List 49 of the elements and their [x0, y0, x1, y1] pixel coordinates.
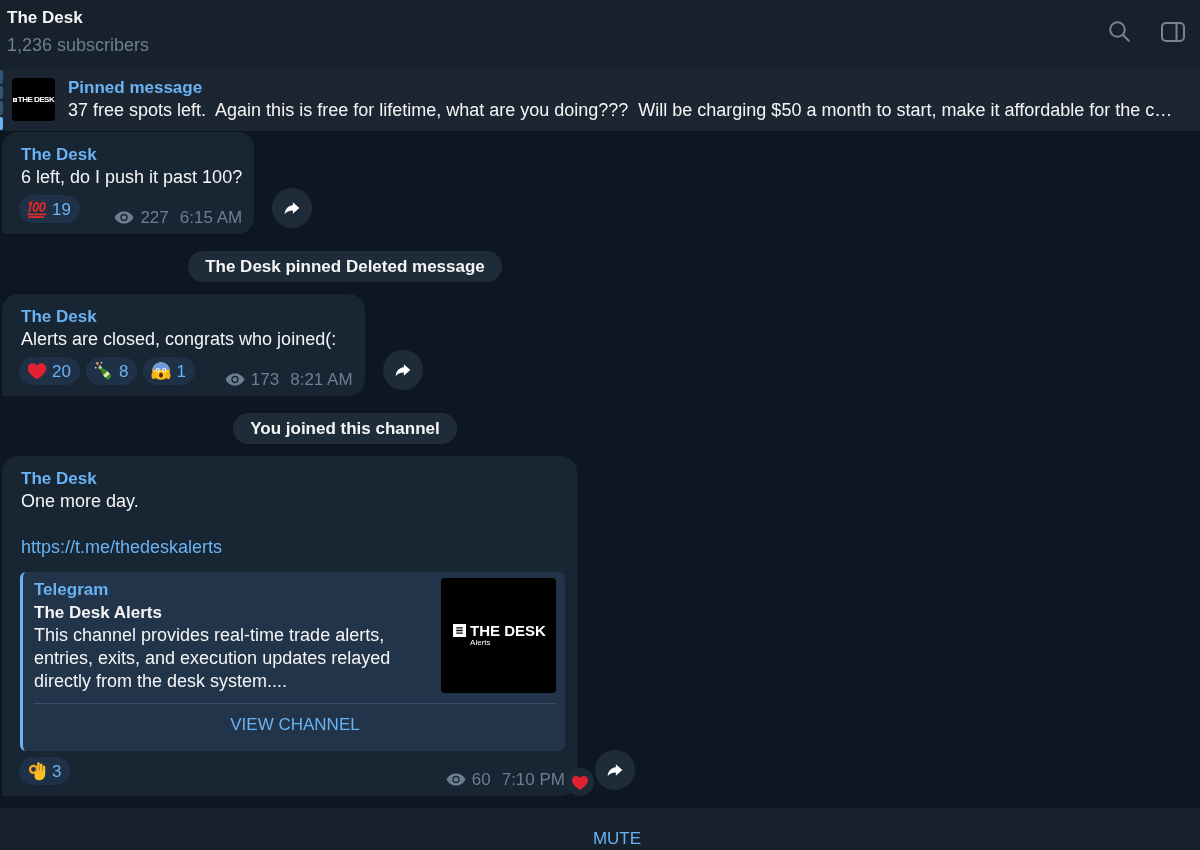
- mute-button[interactable]: MUTE: [592, 830, 642, 848]
- share-button[interactable]: [382, 350, 423, 390]
- share-button[interactable]: [272, 188, 313, 228]
- preview-site-name: Telegram: [34, 579, 109, 601]
- pinned-text: 37 free spots left. Again this is free for lifetime, what are you doing??? Will be charging $50 a month to start, make it affordable for the c…: [68, 99, 1173, 122]
- message-time: 6:15 AM: [179, 207, 243, 229]
- eye-icon: [224, 373, 245, 386]
- logo-icon: [12, 97, 17, 102]
- view-count: 173: [250, 369, 280, 391]
- message-text: Alerts are closed, congrats who joined(:: [21, 328, 337, 351]
- logo-text: THE DESK: [17, 95, 55, 104]
- message-link[interactable]: https://t.me/thedeskalerts: [21, 536, 223, 559]
- service-message: The Desk pinned Deleted message: [188, 251, 502, 282]
- author-name: The Desk: [21, 144, 97, 166]
- reaction-button[interactable]: 1: [143, 357, 195, 385]
- message-time: 8:21 AM: [290, 369, 353, 391]
- preview-description: This channel provides real-time trade alerts, entries, exits, and execution updates relayed directly from the desk system....: [34, 624, 392, 693]
- reaction-button[interactable]: 19: [19, 195, 80, 223]
- preview-title: The Desk Alerts: [34, 602, 162, 624]
- channel-title: The Desk: [7, 7, 84, 29]
- view-count: 227: [140, 207, 169, 229]
- service-message: You joined this channel: [233, 413, 457, 444]
- subscriber-count: 1,236 subscribers: [7, 34, 150, 56]
- eye-icon: [114, 211, 135, 224]
- search-icon[interactable]: [1109, 21, 1130, 42]
- logo-text: THE DESK: [470, 623, 546, 638]
- reaction-button[interactable]: 20: [19, 357, 80, 385]
- message-text: 6 left, do I push it past 100?: [21, 166, 243, 189]
- champagne-bottle-icon: [93, 361, 114, 381]
- author-name: The Desk: [21, 306, 97, 328]
- pinned-message-bar[interactable]: THE DESK Pinned message 37 free spots left. Again this is free for lifetime, what are you doing??? Will be charging $50 a month to start, make it affordable for the c…: [0, 69, 1200, 131]
- heart-icon: [27, 361, 47, 381]
- screaming-face-icon: [151, 361, 172, 381]
- eye-icon: [445, 773, 466, 786]
- reaction-button[interactable]: 8: [85, 357, 138, 385]
- logo-subtitle: Alerts: [470, 637, 491, 648]
- view-channel-button[interactable]: VIEW CHANNEL: [34, 703, 556, 751]
- message-text: One more day.: [21, 490, 139, 513]
- logo-icon: [453, 623, 467, 637]
- ok-hand-icon: [27, 761, 47, 781]
- sidebar-toggle-icon[interactable]: [1161, 21, 1185, 42]
- reaction-button[interactable]: 3: [19, 757, 71, 785]
- pinned-label: Pinned message: [68, 77, 204, 99]
- hundred-points-icon: [27, 199, 47, 219]
- author-name: The Desk: [21, 468, 97, 490]
- share-button[interactable]: [595, 750, 635, 790]
- pinned-indicator-drawing: [0, 69, 3, 131]
- view-count: 60: [471, 769, 491, 791]
- message-time: 7:10 PM: [501, 769, 565, 791]
